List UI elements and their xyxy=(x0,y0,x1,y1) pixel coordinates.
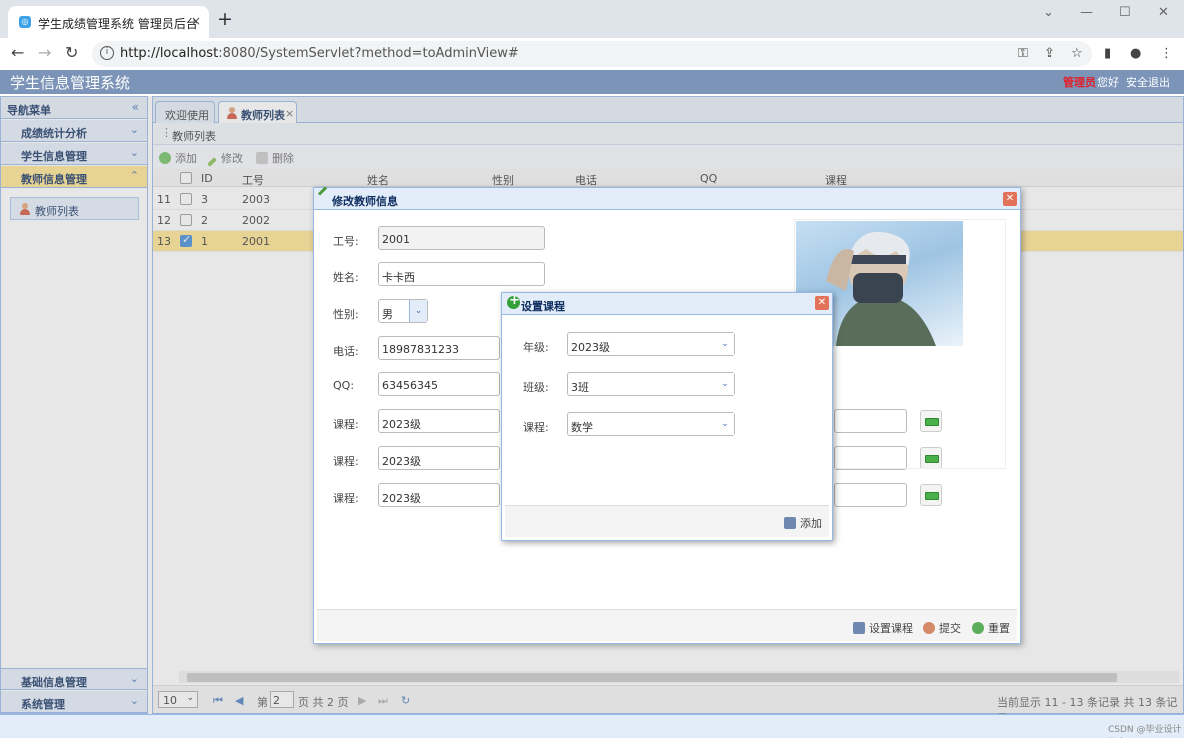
add-icon xyxy=(507,293,520,309)
field-label: 课程: xyxy=(333,492,359,505)
greeting: 您好 xyxy=(1097,76,1119,89)
course-grade-field[interactable]: 2023级 xyxy=(378,483,500,507)
dialog-footer: 设置课程 提交 重置 xyxy=(317,609,1017,641)
course-grade-field[interactable]: 2023级 xyxy=(378,446,500,470)
dialog-header: 修改教师信息 ✕ xyxy=(314,186,1020,210)
course-grade-field[interactable]: 2023级 xyxy=(378,409,500,433)
field-label: 班级: xyxy=(523,381,549,394)
gender-select[interactable]: 男 ⌄ xyxy=(378,299,428,323)
menu-icon[interactable]: ⋮ xyxy=(1160,46,1173,61)
field-label: 课程: xyxy=(333,455,359,468)
info-icon[interactable]: i xyxy=(100,46,114,60)
phone-field[interactable]: 18987831233 xyxy=(378,336,500,360)
field-label: 年级: xyxy=(523,341,549,354)
reset-button[interactable]: 重置 xyxy=(972,620,1010,636)
field-label: 课程: xyxy=(523,421,549,434)
edit-icon xyxy=(317,186,328,196)
add-icon xyxy=(784,517,796,529)
minimize-icon[interactable]: — xyxy=(1080,5,1093,20)
remove-course-button[interactable] xyxy=(920,484,942,506)
dialog-header: 设置课程 ✕ xyxy=(502,293,832,315)
close-icon[interactable]: ✕ xyxy=(1003,192,1017,206)
url-path: :8080/SystemServlet?method=toAdminView# xyxy=(218,46,519,61)
close-tab-icon[interactable]: × xyxy=(191,14,201,28)
browser-tab-title: 学生成绩管理系统 管理员后台 xyxy=(38,17,198,31)
chevron-down-icon: ⌄ xyxy=(409,300,427,322)
course-name-field[interactable] xyxy=(834,483,907,507)
course-icon xyxy=(853,622,865,634)
qq-field[interactable]: 63456345 xyxy=(378,372,500,396)
submit-button[interactable]: 提交 xyxy=(923,620,961,636)
maximize-icon[interactable]: ☐ xyxy=(1119,5,1131,20)
field-label: 姓名: xyxy=(333,271,359,284)
logout-link[interactable]: 安全退出 xyxy=(1126,74,1170,90)
set-course-button[interactable]: 设置课程 xyxy=(853,620,913,636)
share-icon[interactable]: ⇪ xyxy=(1044,46,1055,61)
close-window-icon[interactable]: ✕ xyxy=(1158,5,1169,20)
back-icon[interactable]: ← xyxy=(11,43,24,62)
key-icon[interactable]: ⚿ xyxy=(1018,46,1028,61)
address-bar[interactable]: i http://localhost:8080/SystemServlet?me… xyxy=(92,41,1092,67)
grade-select[interactable]: 2023级 ⌄ xyxy=(567,332,735,356)
sidepanel-icon[interactable]: ▮ xyxy=(1104,46,1111,61)
dialog-title: 设置课程 xyxy=(521,300,565,313)
address-bar-row: ← → ↻ i http://localhost:8080/SystemServ… xyxy=(0,38,1184,70)
name-field[interactable]: 卡卡西 xyxy=(378,262,545,286)
dialog-title: 修改教师信息 xyxy=(332,195,398,208)
add-course-button[interactable]: 添加 xyxy=(784,515,822,531)
browser-tab[interactable]: ◎ 学生成绩管理系统 管理员后台 × xyxy=(8,6,209,38)
app-header xyxy=(0,70,1184,94)
dialog-footer: 添加 xyxy=(505,505,829,537)
chevron-down-icon: ⌄ xyxy=(716,333,734,355)
chevron-down-icon[interactable]: ⌄ xyxy=(1043,5,1054,20)
app-title: 学生信息管理系统 xyxy=(10,74,131,92)
field-label: 性别: xyxy=(333,308,359,321)
close-icon[interactable]: ✕ xyxy=(815,296,829,310)
status-bar xyxy=(0,714,1184,738)
favicon-icon: ◎ xyxy=(19,16,31,28)
field-label: QQ: xyxy=(333,379,355,392)
forward-icon[interactable]: → xyxy=(38,43,51,62)
chevron-down-icon: ⌄ xyxy=(716,373,734,395)
watermark: CSDN @毕业设计极客 xyxy=(1108,725,1182,735)
url-host: http://localhost xyxy=(120,46,219,61)
field-label: 课程: xyxy=(333,418,359,431)
star-icon[interactable]: ☆ xyxy=(1071,46,1083,61)
user-icon xyxy=(923,622,935,634)
user-role: 管理员 xyxy=(1063,76,1096,89)
set-course-dialog: 设置课程 ✕ 年级: 2023级⌄ 班级: 3班⌄ 课程: 数学⌄ 添加 xyxy=(501,292,833,541)
field-label: 电话: xyxy=(333,345,359,358)
reset-icon xyxy=(972,622,984,634)
course-select[interactable]: 数学 ⌄ xyxy=(567,412,735,436)
class-select[interactable]: 3班 ⌄ xyxy=(567,372,735,396)
chevron-down-icon: ⌄ xyxy=(716,413,734,435)
reload-icon[interactable]: ↻ xyxy=(65,43,78,62)
teacher-number-field[interactable]: 2001 xyxy=(378,226,545,250)
browser-tab-strip: ◎ 学生成绩管理系统 管理员后台 × + ⌄ — ☐ ✕ xyxy=(0,0,1184,38)
profile-icon[interactable]: ● xyxy=(1130,46,1141,61)
field-label: 工号: xyxy=(333,235,359,248)
new-tab-button[interactable]: + xyxy=(217,8,233,30)
